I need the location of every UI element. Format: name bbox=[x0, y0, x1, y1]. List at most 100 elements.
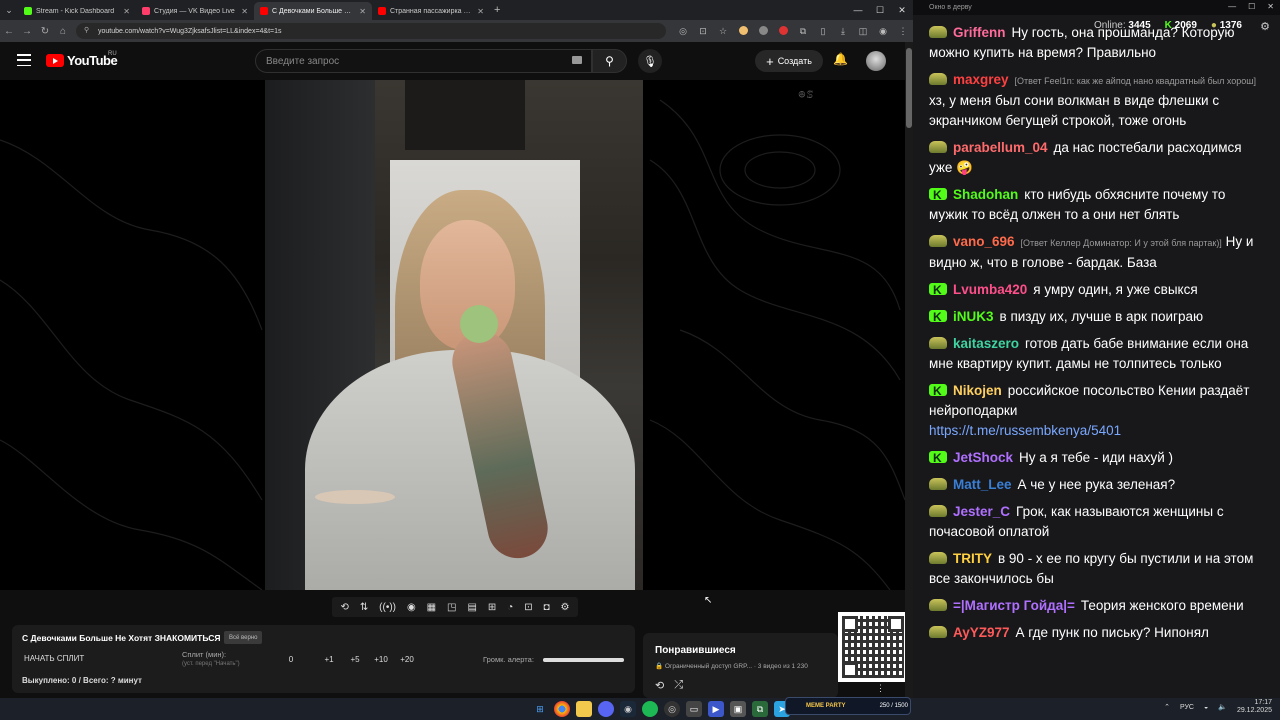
voice-search-mic-icon[interactable]: 🎙 bbox=[638, 49, 662, 73]
tray-chevron-icon[interactable]: ⌃ bbox=[1164, 703, 1170, 711]
chat-username[interactable]: Matt_Lee bbox=[953, 477, 1012, 492]
speed-icon[interactable]: ◔ bbox=[507, 602, 513, 613]
sort-icon[interactable]: ⇅ bbox=[360, 602, 368, 613]
wifi-icon[interactable]: ◒ bbox=[1204, 704, 1208, 711]
add-20-button[interactable]: +20 bbox=[394, 655, 420, 664]
close-icon[interactable]: ✕ bbox=[1267, 2, 1274, 11]
close-icon[interactable]: ✕ bbox=[477, 7, 484, 16]
extensions-puzzle-icon[interactable]: ⧉ bbox=[796, 26, 810, 37]
game-widget[interactable]: MEME PARTY 250 / 1500 bbox=[785, 697, 911, 715]
file-explorer-icon[interactable] bbox=[576, 701, 592, 717]
media-player-icon[interactable]: ▶ bbox=[708, 701, 724, 717]
volume-icon[interactable]: 🔈 bbox=[1218, 703, 1227, 711]
close-icon[interactable]: ✕ bbox=[123, 7, 130, 16]
youtube-logo[interactable]: YouTube RU bbox=[46, 51, 118, 68]
chrome-icon[interactable] bbox=[554, 701, 570, 717]
chat-username[interactable]: Nikojen bbox=[953, 383, 1002, 398]
spotify-icon[interactable] bbox=[642, 701, 658, 717]
tab-search-icon[interactable]: ⌄ bbox=[0, 0, 18, 20]
chat-username[interactable]: =|Магистр Гойда|= bbox=[953, 598, 1075, 613]
picture-in-picture-icon[interactable]: ◳ bbox=[447, 602, 456, 613]
steam-icon[interactable]: ◉ bbox=[620, 701, 636, 717]
camera-icon[interactable]: ◘ bbox=[544, 602, 550, 613]
reload-icon[interactable]: ↻ bbox=[36, 26, 54, 37]
chat-username[interactable]: vano_696 bbox=[953, 234, 1015, 249]
chat-link[interactable]: https://t.me/russembkenya/5401 bbox=[929, 423, 1121, 438]
menu-hamburger-icon[interactable] bbox=[17, 54, 31, 66]
cast-icon[interactable]: ⊡ bbox=[696, 26, 710, 37]
chat-username[interactable]: Jester_C bbox=[953, 504, 1010, 519]
back-icon[interactable]: ← bbox=[0, 26, 18, 37]
site-info-icon[interactable]: ⚲ bbox=[84, 26, 89, 34]
chat-username[interactable]: JetShock bbox=[953, 450, 1013, 465]
loop-icon[interactable]: ⟲ bbox=[655, 679, 664, 692]
eye-icon[interactable]: ◉ bbox=[407, 602, 416, 613]
liked-playlist-card[interactable]: Понравившиеся 🔒 Ограниченный доступ GRP.… bbox=[643, 633, 838, 698]
chat-username[interactable]: TRITY bbox=[953, 551, 992, 566]
chat-username[interactable]: AyYZ977 bbox=[953, 625, 1010, 640]
split-view-icon[interactable]: ◫ bbox=[856, 26, 870, 37]
search-input[interactable]: Введите запрос bbox=[255, 49, 592, 73]
maximize-icon[interactable]: ☐ bbox=[869, 0, 891, 20]
profile-icon[interactable]: ◉ bbox=[876, 26, 890, 37]
add-1-button[interactable]: +1 bbox=[316, 655, 342, 664]
film-icon[interactable]: ▦ bbox=[427, 602, 436, 613]
avatar[interactable] bbox=[866, 51, 886, 71]
chat-username[interactable]: Shadohan bbox=[953, 187, 1018, 202]
side-panel-icon[interactable]: ▯ bbox=[816, 26, 830, 37]
screenshot-icon[interactable]: ⊡ bbox=[524, 602, 532, 613]
add-10-button[interactable]: +10 bbox=[368, 655, 394, 664]
close-icon[interactable]: ✕ bbox=[359, 7, 366, 16]
keyboard-icon[interactable] bbox=[572, 56, 582, 64]
forward-icon[interactable]: → bbox=[18, 26, 36, 37]
bookmark-star-icon[interactable]: ☆ bbox=[716, 26, 730, 37]
browser-menu-icon[interactable]: ⋮ bbox=[896, 26, 910, 37]
tab-youtube-2[interactable]: Странная пассажирка 🤔 Вид ✕ bbox=[372, 2, 490, 20]
close-window-icon[interactable]: ✕ bbox=[891, 0, 913, 20]
add-5-button[interactable]: +5 bbox=[342, 655, 368, 664]
new-tab-icon[interactable]: + bbox=[494, 4, 500, 16]
page-scrollbar[interactable] bbox=[905, 42, 913, 698]
notifications-bell-icon[interactable]: 🔔 bbox=[833, 52, 848, 66]
discord-icon[interactable] bbox=[598, 701, 614, 717]
chat-username[interactable]: parabellum_04 bbox=[953, 140, 1048, 155]
video-player[interactable]: ꔮꕷ bbox=[0, 80, 905, 590]
create-button[interactable]: + Создать bbox=[755, 50, 823, 72]
chat-username[interactable]: Lvumba420 bbox=[953, 282, 1027, 297]
chat-username[interactable]: maxgrey bbox=[953, 72, 1009, 87]
windows-start-icon[interactable]: ⊞ bbox=[532, 701, 548, 717]
add-icon[interactable]: ⊞ bbox=[488, 602, 496, 613]
alert-volume-slider[interactable] bbox=[543, 658, 624, 662]
url-field[interactable]: ⚲ youtube.com/watch?v=Wug3ZjksafsJlist=L… bbox=[76, 23, 666, 39]
clock[interactable]: 17:17 29.12.2025 bbox=[1237, 699, 1272, 715]
app-icon[interactable]: ⧉ bbox=[752, 701, 768, 717]
extension-circle-icon[interactable] bbox=[736, 25, 750, 37]
loop-icon[interactable]: ⟲ bbox=[340, 602, 348, 613]
obs-icon[interactable]: ◎ bbox=[664, 701, 680, 717]
minimize-icon[interactable]: — bbox=[847, 0, 869, 20]
extension-red-icon[interactable] bbox=[776, 25, 790, 37]
gear-icon[interactable]: ⚙ bbox=[561, 602, 570, 613]
search-button[interactable]: ⚲ bbox=[592, 49, 627, 73]
home-icon[interactable]: ⌂ bbox=[54, 26, 72, 37]
app-icon[interactable]: ▭ bbox=[686, 701, 702, 717]
language-indicator[interactable]: РУС bbox=[1180, 704, 1194, 711]
app-icon[interactable]: ▣ bbox=[730, 701, 746, 717]
broadcast-icon[interactable]: ((•)) bbox=[379, 602, 396, 613]
mini-player-icon[interactable]: ▤ bbox=[467, 602, 476, 613]
close-icon[interactable]: ✕ bbox=[241, 7, 248, 16]
tab-youtube-active[interactable]: С Девочками Больше Не Хотя ✕ bbox=[254, 2, 372, 20]
chat-username[interactable]: Griffenn bbox=[953, 25, 1006, 40]
google-lens-icon[interactable]: ◎ bbox=[676, 26, 690, 37]
minimize-icon[interactable]: — bbox=[1228, 2, 1236, 11]
chat-username[interactable]: iNUK3 bbox=[953, 309, 994, 324]
shuffle-icon[interactable]: ⤮ bbox=[674, 679, 683, 692]
more-options-icon[interactable]: ⋮ bbox=[876, 683, 885, 694]
start-split-button[interactable]: НАЧАТЬ СПЛИТ bbox=[24, 654, 84, 663]
chat-username[interactable]: kaitaszero bbox=[953, 336, 1019, 351]
download-icon[interactable]: ⤓ bbox=[836, 26, 850, 37]
extension-gray-icon[interactable] bbox=[756, 25, 770, 37]
tab-vk-studio[interactable]: Студия — VK Видео Live ✕ bbox=[136, 2, 254, 20]
maximize-icon[interactable]: ☐ bbox=[1248, 2, 1255, 11]
tab-kick-dashboard[interactable]: Stream - Kick Dashboard ✕ bbox=[18, 2, 136, 20]
